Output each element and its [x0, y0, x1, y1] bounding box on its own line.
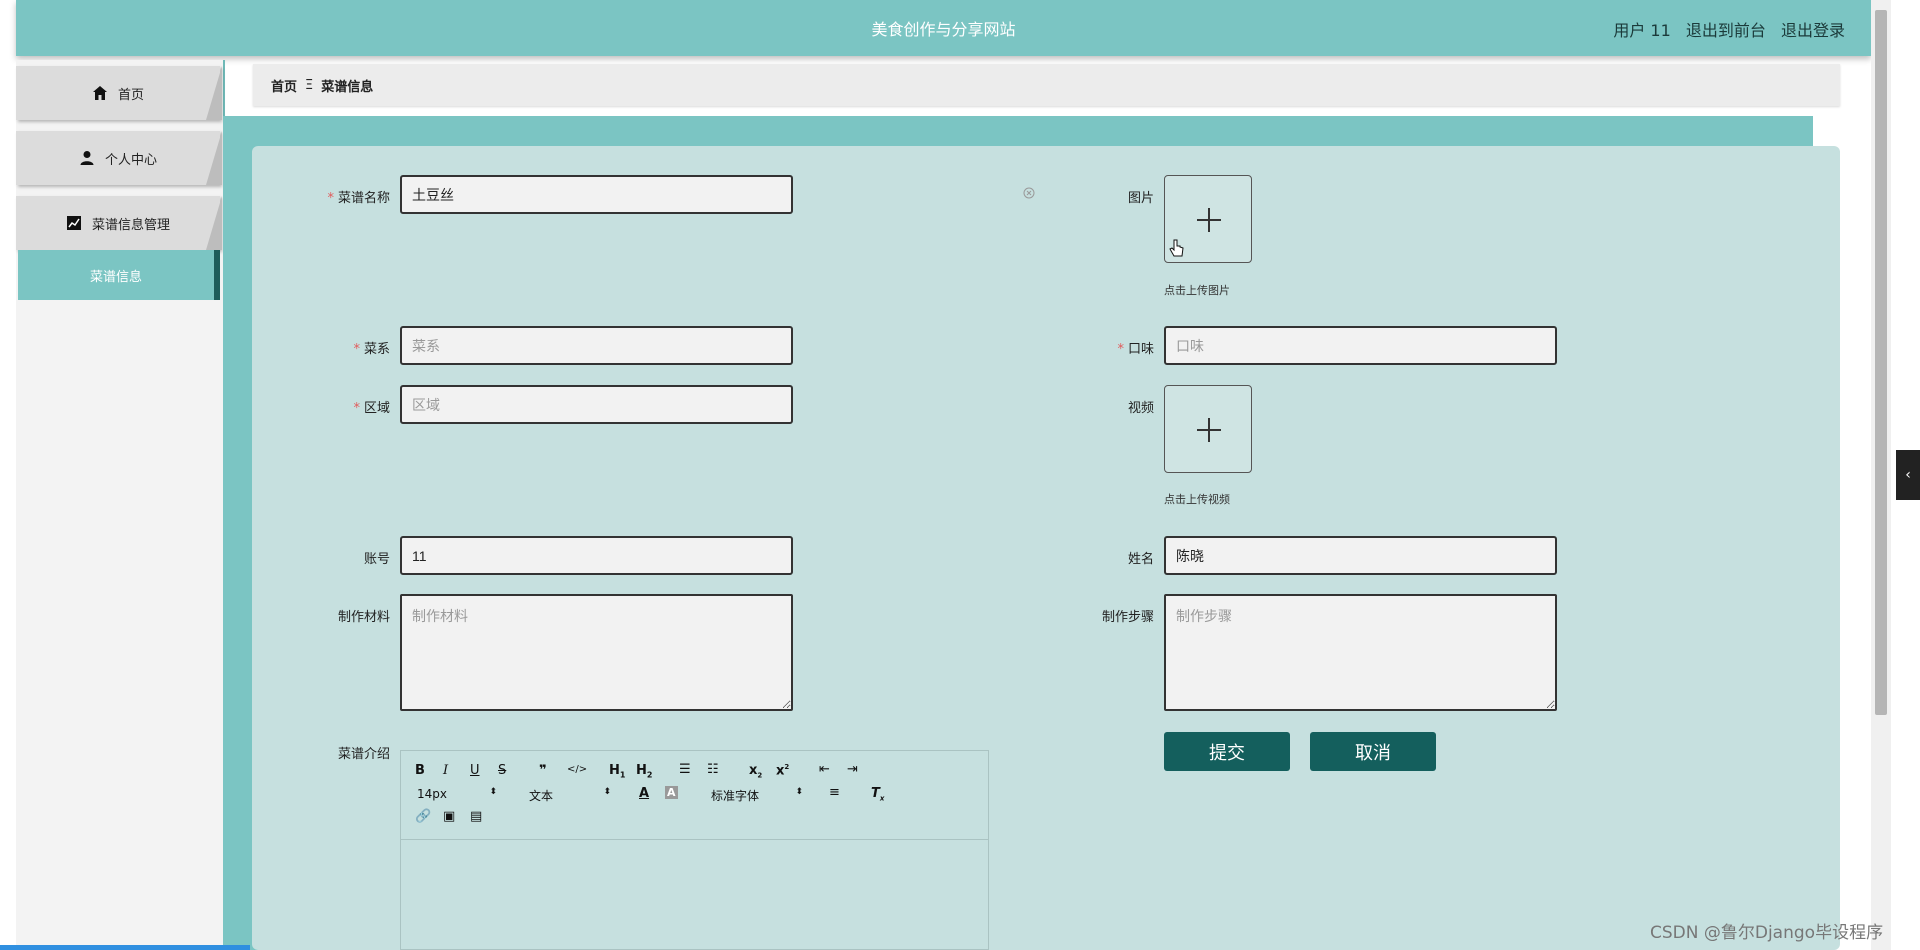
site-title: 美食创作与分享网站 [871, 20, 1016, 39]
indent-icon[interactable]: ⇥ [847, 762, 858, 777]
video-insert-icon[interactable]: ▤ [470, 809, 482, 824]
vertical-scrollbar[interactable] [1871, 0, 1891, 950]
clear-format-icon[interactable]: Tx [871, 786, 884, 803]
text-type-select[interactable]: 文本 ⬍ [529, 787, 611, 804]
font-size-select[interactable]: 14px ⬍ [417, 787, 497, 801]
realname-input[interactable] [1164, 536, 1557, 575]
sidebar: 首页 个人中心 菜谱信息管理 菜谱信息 [16, 60, 225, 950]
sidebar-item-recipe-management[interactable]: 菜谱信息管理 [16, 196, 222, 250]
watermark: CSDN @鲁尔Django毕设程序 [1650, 923, 1884, 943]
bold-button[interactable]: B [415, 763, 425, 778]
cuisine-label: * 菜系 [353, 342, 390, 357]
scrollbar-thumb[interactable] [1875, 10, 1887, 715]
left-gutter [0, 0, 16, 950]
italic-button[interactable]: I [443, 763, 448, 778]
select-arrow-icon: ⬍ [795, 787, 803, 797]
sidebar-item-label: 首页 [117, 87, 144, 103]
recipe-name-input[interactable] [400, 175, 793, 214]
font-family-select[interactable]: 标准字体 ⬍ [711, 787, 803, 804]
region-input[interactable] [400, 385, 793, 424]
editor-toolbar: B I U S ❞ </> H1 H2 ☰ ☷ x2 x2 ⇤ ⇥ 14px ⬍ … [401, 751, 988, 840]
header-user-area: 用户 11 退出到前台 退出登录 [1603, 17, 1845, 41]
chevron-left-icon: ‹ [1905, 467, 1911, 483]
taste-label: * 口味 [1117, 342, 1154, 357]
underline-button[interactable]: U [470, 763, 480, 778]
bullet-list-icon[interactable]: ☷ [707, 762, 719, 777]
strike-button[interactable]: S [498, 763, 506, 778]
submit-button[interactable]: 提交 [1164, 732, 1290, 771]
logout-link[interactable]: 退出登录 [1781, 21, 1845, 40]
account-input[interactable] [400, 536, 793, 575]
taste-input[interactable] [1164, 326, 1557, 365]
top-header: 美食创作与分享网站 用户 11 退出到前台 退出登录 [16, 0, 1871, 56]
outdent-icon[interactable]: ⇤ [819, 762, 830, 777]
sidebar-item-profile[interactable]: 个人中心 [16, 131, 222, 185]
ordered-list-icon[interactable]: ☰ [679, 762, 691, 777]
steps-textarea[interactable] [1164, 594, 1557, 711]
align-icon[interactable]: ≡ [829, 785, 840, 800]
cancel-button[interactable]: 取消 [1310, 732, 1436, 771]
select-arrow-icon: ⬍ [489, 787, 497, 797]
steps-label: 制作步骤 [1101, 610, 1154, 625]
materials-textarea[interactable] [400, 594, 793, 711]
user-icon [80, 151, 94, 165]
back-to-front-link[interactable]: 退出到前台 [1686, 21, 1766, 40]
heading1-button[interactable]: H1 [609, 763, 625, 780]
breadcrumb-current: 菜谱信息 [321, 79, 374, 95]
blockquote-icon[interactable]: ❞ [539, 763, 547, 778]
cuisine-input[interactable] [400, 326, 793, 365]
realname-label: 姓名 [1127, 552, 1154, 567]
breadcrumb-home[interactable]: 首页 [271, 76, 297, 95]
link-icon[interactable]: 🔗 [415, 809, 431, 824]
select-arrow-icon: ⬍ [603, 787, 611, 797]
materials-label: 制作材料 [337, 610, 390, 625]
account-label: 账号 [363, 552, 390, 567]
sidebar-item-label: 菜谱信息管理 [91, 217, 170, 233]
horizontal-scroll-indicator [0, 945, 250, 950]
video-upload-box[interactable] [1164, 385, 1252, 473]
background-color-icon[interactable]: A [665, 786, 678, 799]
editor-content-area[interactable] [401, 840, 988, 950]
video-upload-hint: 点击上传视频 [1164, 493, 1230, 506]
video-label: 视频 [1127, 401, 1154, 416]
breadcrumb: 首页 Ξ 菜谱信息 [253, 64, 1840, 106]
region-label: * 区域 [353, 401, 390, 416]
breadcrumb-separator: Ξ [305, 77, 314, 93]
intro-label: 菜谱介绍 [337, 747, 390, 762]
sidebar-item-home[interactable]: 首页 [16, 66, 222, 120]
subscript-button[interactable]: x2 [749, 763, 762, 780]
sidebar-item-label: 个人中心 [104, 152, 157, 168]
image-label: 图片 [1127, 191, 1154, 206]
collapse-handle[interactable]: ‹ [1896, 450, 1920, 500]
heading2-button[interactable]: H2 [636, 763, 652, 780]
clear-icon[interactable] [1023, 187, 1035, 199]
font-color-icon[interactable]: A [639, 786, 649, 801]
image-insert-icon[interactable]: ▣ [443, 809, 455, 824]
recipe-name-label: * 菜谱名称 [327, 191, 390, 206]
home-icon [92, 86, 107, 100]
sidebar-subitem-recipe-info[interactable]: 菜谱信息 [18, 250, 220, 300]
rich-text-editor: B I U S ❞ </> H1 H2 ☰ ☷ x2 x2 ⇤ ⇥ 14px ⬍ … [400, 750, 989, 950]
chart-icon [66, 216, 81, 230]
code-block-icon[interactable]: </> [567, 764, 587, 775]
hand-pointer-icon [1169, 239, 1184, 257]
image-upload-hint: 点击上传图片 [1164, 284, 1230, 297]
superscript-button[interactable]: x2 [776, 763, 789, 778]
current-user: 用户 11 [1613, 21, 1671, 40]
